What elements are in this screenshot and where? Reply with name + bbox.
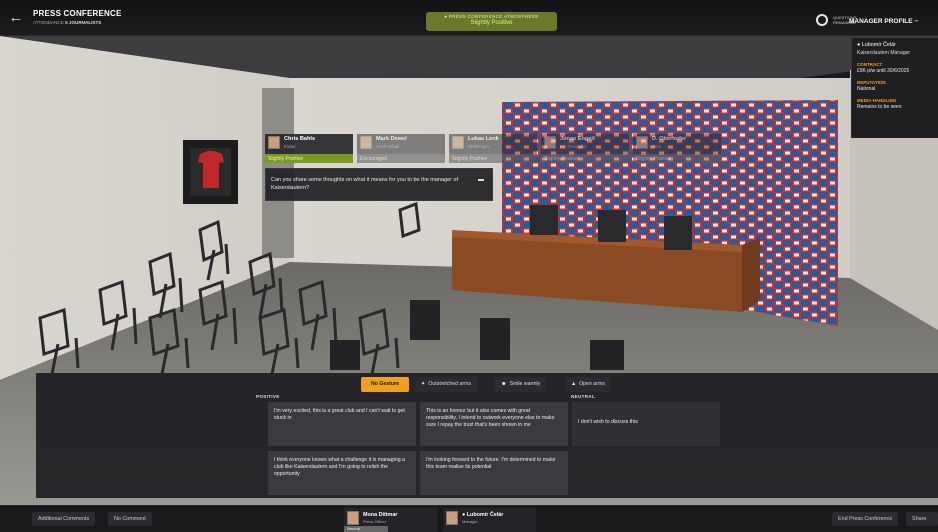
positive-column-header: POSITIVE <box>256 394 280 399</box>
manager-name: ● Lubomír Čelár <box>462 512 504 518</box>
journalist-avatar <box>636 136 648 149</box>
journalist-outlet: Kicker <box>284 144 296 149</box>
press-officer-card[interactable]: Mona Dittmar Press Officer Neutral <box>344 508 437 532</box>
press-officer-role: Press Officer <box>363 519 387 524</box>
journalist-mood: Slightly Positive <box>265 154 353 163</box>
smile-icon: ☻ <box>501 381 507 387</box>
answer-option[interactable]: This is an honour but it also comes with… <box>420 402 568 446</box>
journalist-list: Chris Bahls Kicker Slightly Positive Mar… <box>265 134 725 164</box>
minimize-icon[interactable] <box>478 179 484 181</box>
journalist-avatar <box>544 136 556 149</box>
press-officer-name: Mona Dittmar <box>363 512 398 518</box>
bottom-bar: Additional Comments No Comment Mona Ditt… <box>0 505 938 532</box>
journalist-avatar <box>452 136 464 149</box>
person-arms-icon: ✦ <box>421 381 426 387</box>
top-bar: ← PRESS CONFERENCE ATTENDANCE 5 JOURNALI… <box>0 0 938 36</box>
journalist-card[interactable]: Lukas Lenk SPOX.com Slightly Positive <box>449 134 537 163</box>
journalist-mood: Slightly Positive <box>633 154 721 163</box>
journalist-card[interactable]: Chris Bahls Kicker Slightly Positive <box>265 134 353 163</box>
journalist-outlet: BILD <box>652 144 662 149</box>
answer-option[interactable]: I don't wish to discuss this <box>572 402 720 446</box>
manager-profile-panel: ● Lubomír Čelár Kaiserslautern Manager C… <box>851 38 938 138</box>
atmosphere-label: ● PRESS CONFERENCE ATMOSPHERE <box>444 14 539 19</box>
journalist-name: Lukas Lenk <box>468 136 499 142</box>
gesture-no-gesture-button[interactable]: No Gesture <box>361 377 409 392</box>
atmosphere-badge: ● PRESS CONFERENCE ATMOSPHERE Slightly P… <box>426 12 557 31</box>
questions-progress-ring-icon <box>816 14 828 26</box>
media-handling-label: MEDIA HANDLING <box>857 98 897 103</box>
profile-reputation: REPUTATION National <box>852 74 938 92</box>
profile-contract: CONTRACT £9K p/w until 30/6/2025 <box>852 56 938 74</box>
manager-profile-title: MANAGER PROFILE − <box>849 18 919 25</box>
manager-avatar <box>446 511 458 525</box>
question-bubble: Can you share some thoughts on what it m… <box>265 168 493 201</box>
end-press-conference-button[interactable]: End Press Conference <box>832 512 899 526</box>
profile-media-handling: MEDIA HANDLING Remains to be seen <box>852 92 938 110</box>
answer-option[interactable]: I'm very excited, this is a great club a… <box>268 402 416 446</box>
profile-role: Kaiserslautern Manager <box>857 50 911 56</box>
share-button[interactable]: Share <box>906 512 938 526</box>
atmosphere-value: Slightly Positive <box>470 20 513 26</box>
manager-role: Manager <box>462 519 478 524</box>
journalist-avatar <box>360 136 372 149</box>
neutral-column-header: NEUTRAL <box>571 394 596 399</box>
press-officer-mood: Neutral <box>344 526 388 532</box>
media-handling-value: Remains to be seen <box>857 104 902 110</box>
journalist-mood: Encouraged <box>357 154 445 163</box>
additional-comments-button[interactable]: Additional Comments <box>32 512 96 526</box>
contract-label: CONTRACT <box>857 62 883 67</box>
gesture-outstretched-arms-button[interactable]: ✦ Outstretched arms <box>415 377 478 392</box>
journalist-outlet: SPOX.com <box>468 144 489 149</box>
gesture-open-arms-button[interactable]: ▲ Open arms <box>565 377 611 392</box>
reputation-label: REPUTATION <box>857 80 886 85</box>
back-arrow-icon[interactable]: ← <box>6 9 26 27</box>
journalist-avatar <box>268 136 280 149</box>
journalist-name: Mark Dewel <box>376 136 407 142</box>
manager-card[interactable]: ● Lubomír Čelár Manager <box>443 508 536 532</box>
answer-option[interactable]: I think everyone knows what a challenge … <box>268 451 416 495</box>
response-panel: No Gesture ✦ Outstretched arms ☻ Smile war… <box>36 373 938 498</box>
journalist-mood: Slightly Positive <box>541 154 629 163</box>
journalist-name: D. Oberhofer <box>652 136 687 142</box>
journalist-outlet: Die Rheinpfalz <box>560 144 588 149</box>
journalist-name: Chris Bahls <box>284 136 316 142</box>
no-comment-button[interactable]: No Comment <box>108 512 152 526</box>
gesture-smile-warmly-button[interactable]: ☻ Smile warmly <box>495 377 547 392</box>
journalist-outlet: OneFootball <box>376 144 399 149</box>
attendance-label: ATTENDANCE <box>33 20 64 25</box>
manager-profile-toggle[interactable]: MANAGER PROFILE − <box>845 10 938 32</box>
answer-option[interactable]: I'm looking forward to the future. I'm d… <box>420 451 568 495</box>
journalist-card[interactable]: Jonas Engelt Die Rheinpfalz Slightly Pos… <box>541 134 629 163</box>
attendance-value: 5 JOURNALISTS <box>65 20 102 25</box>
person-open-arms-icon: ▲ <box>571 381 577 387</box>
profile-name: ● Lubomír Čelár <box>857 42 896 48</box>
attendance: ATTENDANCE 5 JOURNALISTS <box>33 20 101 25</box>
journalist-card[interactable]: Mark Dewel OneFootball Encouraged <box>357 134 445 163</box>
page-title: PRESS CONFERENCE <box>33 9 122 18</box>
question-text: Can you share some thoughts on what it m… <box>271 177 459 191</box>
journalist-card[interactable]: D. Oberhofer BILD Slightly Positive <box>633 134 721 163</box>
journalist-name: Jonas Engelt <box>560 136 595 142</box>
journalist-mood: Slightly Positive <box>449 154 537 163</box>
press-officer-avatar <box>347 511 359 525</box>
